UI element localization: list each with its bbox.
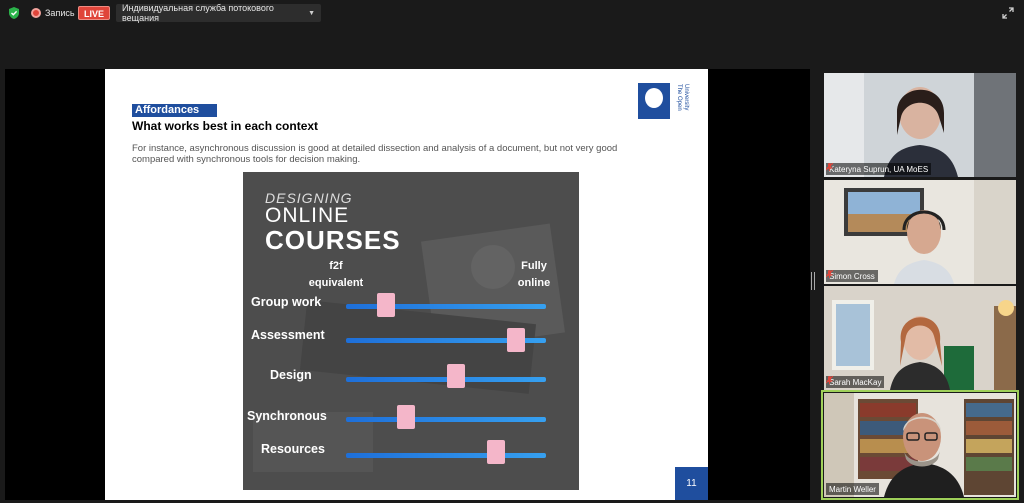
shield-check-icon[interactable]	[7, 6, 21, 20]
slider-handle-synchronous	[397, 405, 415, 429]
row-track-group-work	[346, 304, 546, 309]
slider-handle-assessment	[507, 328, 525, 352]
participant-name-tag: Martin Weller	[826, 483, 879, 495]
participant-video-tile[interactable]: Simon Cross	[824, 180, 1016, 284]
f2f-label-line2: equivalent	[308, 277, 364, 289]
online-label-line1: Fully	[521, 260, 547, 272]
participant-name: Simon Cross	[829, 271, 875, 281]
slide-page-number: 11	[675, 467, 708, 500]
participant-video	[824, 393, 1016, 497]
participant-name-tag: Kateryna Suprun, UA MoES	[826, 163, 932, 175]
logo-text-1: The Open	[676, 84, 682, 111]
slider-handle-resources	[487, 440, 505, 464]
logo-text-2: University	[683, 84, 689, 110]
row-track-synchronous	[346, 417, 546, 422]
mic-muted-icon	[826, 163, 833, 171]
f2f-label-line1: f2f	[329, 260, 343, 272]
participant-video-tile-active-speaker[interactable]: Martin Weller	[821, 390, 1019, 500]
recording-indicator[interactable]: Запись	[31, 6, 75, 20]
online-label: Fully online	[509, 258, 559, 292]
participant-name-tag: Simon Cross	[826, 270, 878, 282]
participant-video-tile[interactable]: Sarah MacKay	[824, 286, 1016, 390]
row-track-resources	[346, 453, 546, 458]
participant-video	[824, 73, 1016, 177]
row-label-design: Design	[270, 368, 312, 382]
slider-handle-design	[447, 364, 465, 388]
slide-title: Affordances	[132, 104, 217, 117]
mic-muted-icon	[826, 376, 833, 384]
participant-name-tag: Sarah MacKay	[826, 376, 885, 388]
stream-service-label: Индивидуальная служба потокового вещания	[122, 3, 274, 23]
online-label-line2: online	[517, 277, 551, 289]
participant-name: Martin Weller	[829, 484, 876, 494]
row-label-assessment: Assessment	[251, 328, 325, 342]
participant-video	[824, 286, 1016, 390]
row-track-design	[346, 377, 546, 382]
row-label-resources: Resources	[261, 442, 325, 456]
participant-name: Sarah MacKay	[829, 377, 882, 387]
row-label-group-work: Group work	[251, 295, 322, 309]
recording-label: Запись	[45, 8, 75, 18]
record-dot-icon	[31, 8, 41, 18]
presentation-slide: Affordances What works best in each cont…	[105, 69, 708, 500]
expand-icon[interactable]	[1001, 6, 1015, 20]
f2f-label: f2f equivalent	[301, 258, 371, 292]
participant-name: Kateryna Suprun, UA MoES	[829, 164, 929, 174]
designing-online-courses-infographic: DESIGNING ONLINE COURSES f2f equivalent …	[243, 172, 579, 490]
slide-subtitle: What works best in each context	[132, 119, 319, 133]
participant-video-tile[interactable]: Kateryna Suprun, UA MoES	[824, 73, 1016, 177]
mic-muted-icon	[826, 270, 833, 278]
row-label-synchronous: Synchronous	[247, 409, 327, 423]
open-university-logo: The Open University	[638, 83, 689, 119]
chevron-down-icon: ▼	[308, 9, 315, 17]
infographic-heading-3: COURSES	[265, 225, 401, 255]
slider-handle-group-work	[377, 293, 395, 317]
live-badge: LIVE	[78, 6, 111, 20]
participant-video	[824, 180, 1016, 284]
meeting-top-bar: Запись LIVE Индивидуальная служба потоко…	[0, 0, 1024, 26]
panel-resize-handle[interactable]	[811, 272, 815, 290]
slide-body-text: For instance, asynchronous discussion is…	[132, 143, 618, 165]
stream-service-dropdown[interactable]: Индивидуальная служба потокового вещания…	[116, 3, 321, 23]
